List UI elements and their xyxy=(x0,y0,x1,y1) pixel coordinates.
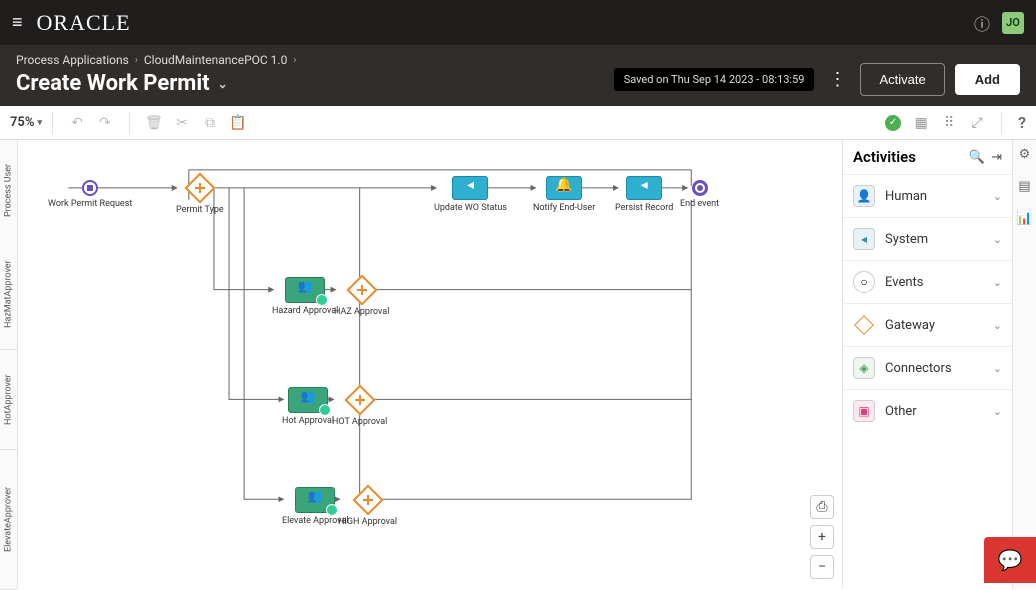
zoom-value: 75% xyxy=(10,115,34,130)
activate-button[interactable]: Activate xyxy=(860,63,944,96)
node-label: Work Permit Request xyxy=(48,199,132,209)
node-label: Hazard Approval xyxy=(272,306,338,316)
cut-icon[interactable]: ✂ xyxy=(171,112,193,134)
connectors-icon: ◈ xyxy=(853,357,875,379)
help-icon[interactable]: ⓘ xyxy=(974,11,990,35)
breadcrumb-item[interactable]: Process Applications xyxy=(16,53,129,67)
expand-icon[interactable]: ⤢ xyxy=(966,112,988,134)
chevron-down-icon: ⌄ xyxy=(993,190,1002,203)
chevron-right-icon: › xyxy=(293,55,296,66)
node-label: Persist Record xyxy=(615,203,673,213)
lane-label[interactable]: ElevateApprover xyxy=(0,450,17,590)
copy-icon[interactable]: ⧉ xyxy=(199,112,221,134)
permit-type-gateway[interactable]: Permit Type xyxy=(176,177,224,215)
events-icon: ○ xyxy=(853,271,875,293)
brand-logo: ORACLE xyxy=(37,10,131,36)
chat-fab[interactable]: 💬 xyxy=(984,537,1036,583)
swimlane-labels: Process User HazMatApprover HotApprover … xyxy=(0,140,18,589)
collapse-panel-icon[interactable]: ⇥ xyxy=(991,150,1002,165)
activity-label: System xyxy=(885,232,983,247)
activity-label: Gateway xyxy=(885,318,983,333)
editor-toolbar: 75% ▾ ↶ ↷ 🗑 ✂ ⧉ 📋 ✓ ▦ ⠿ ⤢ ? xyxy=(0,106,1036,140)
gateway-icon xyxy=(853,314,875,336)
zoom-out-button[interactable]: − xyxy=(810,555,834,579)
lane-label[interactable]: HotApprover xyxy=(0,350,17,450)
update-wo-task[interactable]: ◂ Update WO Status xyxy=(434,176,507,213)
activity-label: Connectors xyxy=(885,361,983,376)
hot-approval-task[interactable]: 👥 Hot Approval xyxy=(282,387,334,426)
chevron-down-icon: ⌄ xyxy=(993,276,1002,289)
node-label: End event xyxy=(680,199,719,209)
activities-panel: Activities 🔍 ⇥ 👤 Human ⌄ ◂ System ⌄ ○ Ev… xyxy=(842,140,1012,589)
activities-title: Activities xyxy=(853,148,963,166)
activity-label: Other xyxy=(885,404,983,419)
redo-icon[interactable]: ↷ xyxy=(94,112,116,134)
right-rail: ⚙ ▤ 📊 xyxy=(1012,140,1036,589)
node-label: HAZ Approval xyxy=(334,307,389,317)
title-band: Process Applications › CloudMaintenanceP… xyxy=(0,45,1036,106)
end-event[interactable]: End event xyxy=(680,180,719,209)
undo-icon[interactable]: ↶ xyxy=(66,112,88,134)
breadcrumb: Process Applications › CloudMaintenanceP… xyxy=(16,53,614,67)
hot-gateway[interactable]: HOT Approval xyxy=(332,389,387,427)
node-label: Update WO Status xyxy=(434,203,507,213)
hazard-approval-task[interactable]: 👥 Hazard Approval xyxy=(272,277,338,316)
lane-label[interactable]: HazMatApprover xyxy=(0,240,17,350)
layers-icon[interactable]: ▦ xyxy=(910,112,932,134)
node-label: Hot Approval xyxy=(282,416,334,426)
activity-category-system[interactable]: ◂ System ⌄ xyxy=(843,217,1012,260)
system-icon: ◂ xyxy=(853,228,875,250)
activity-category-connectors[interactable]: ◈ Connectors ⌄ xyxy=(843,346,1012,389)
grid-icon[interactable]: ⠿ xyxy=(938,112,960,134)
activity-label: Events xyxy=(885,275,983,290)
page-title-text: Create Work Permit xyxy=(16,71,210,96)
high-gateway[interactable]: HIGH Approval xyxy=(338,489,397,527)
lane-label[interactable]: Process User xyxy=(0,140,17,240)
zoom-in-button[interactable]: + xyxy=(810,525,834,549)
chevron-down-icon: ⌄ xyxy=(993,362,1002,375)
node-label: Permit Type xyxy=(176,205,224,215)
human-icon: 👤 xyxy=(853,185,875,207)
other-icon: ▣ xyxy=(853,400,875,422)
start-event[interactable]: Work Permit Request xyxy=(48,180,132,209)
top-bar: ≡ ORACLE ⓘ JO xyxy=(0,0,1036,45)
data-icon[interactable]: ▤ xyxy=(1017,178,1033,194)
activity-category-human[interactable]: 👤 Human ⌄ xyxy=(843,174,1012,217)
add-button[interactable]: Add xyxy=(955,64,1020,95)
chevron-down-icon: ⌄ xyxy=(993,233,1002,246)
activity-category-other[interactable]: ▣ Other ⌄ xyxy=(843,389,1012,432)
saved-timestamp: Saved on Thu Sep 14 2023 - 08:13:59 xyxy=(614,68,815,91)
more-menu-icon[interactable]: ⋮ xyxy=(824,69,850,90)
breadcrumb-item[interactable]: CloudMaintenancePOC 1.0 xyxy=(144,53,287,67)
persist-task[interactable]: ◂ Persist Record xyxy=(615,176,673,213)
haz-gateway[interactable]: HAZ Approval xyxy=(334,279,389,317)
zoom-dropdown[interactable]: 75% ▾ xyxy=(10,115,42,130)
page-title[interactable]: Create Work Permit ⌄ xyxy=(16,71,614,96)
process-canvas[interactable]: Work Permit Request Permit Type ◂ Update… xyxy=(18,140,842,589)
hamburger-icon[interactable]: ≡ xyxy=(12,12,23,33)
paste-icon[interactable]: 📋 xyxy=(227,112,249,134)
chevron-right-icon: › xyxy=(135,55,138,66)
chevron-down-icon: ⌄ xyxy=(993,405,1002,418)
validation-ok-icon[interactable]: ✓ xyxy=(885,115,901,131)
search-icon[interactable]: 🔍 xyxy=(969,150,985,165)
node-label: Notify End-User xyxy=(533,203,595,213)
activity-label: Human xyxy=(885,189,983,204)
help-button[interactable]: ? xyxy=(1018,113,1026,132)
activity-category-gateway[interactable]: Gateway ⌄ xyxy=(843,303,1012,346)
properties-icon[interactable]: ⚙ xyxy=(1017,146,1033,162)
delete-icon[interactable]: 🗑 xyxy=(143,112,165,134)
node-label: HIGH Approval xyxy=(338,517,397,527)
chevron-down-icon: ▾ xyxy=(37,118,42,128)
print-icon[interactable]: ⎙ xyxy=(810,495,834,519)
canvas-controls: ⎙ + − xyxy=(810,495,834,579)
node-label: HOT Approval xyxy=(332,417,387,427)
chevron-down-icon: ⌄ xyxy=(218,77,228,91)
user-avatar[interactable]: JO xyxy=(1002,12,1024,34)
analytics-icon[interactable]: 📊 xyxy=(1017,210,1033,226)
chevron-down-icon: ⌄ xyxy=(993,319,1002,332)
notify-task[interactable]: 🔔 Notify End-User xyxy=(533,176,595,213)
activity-category-events[interactable]: ○ Events ⌄ xyxy=(843,260,1012,303)
